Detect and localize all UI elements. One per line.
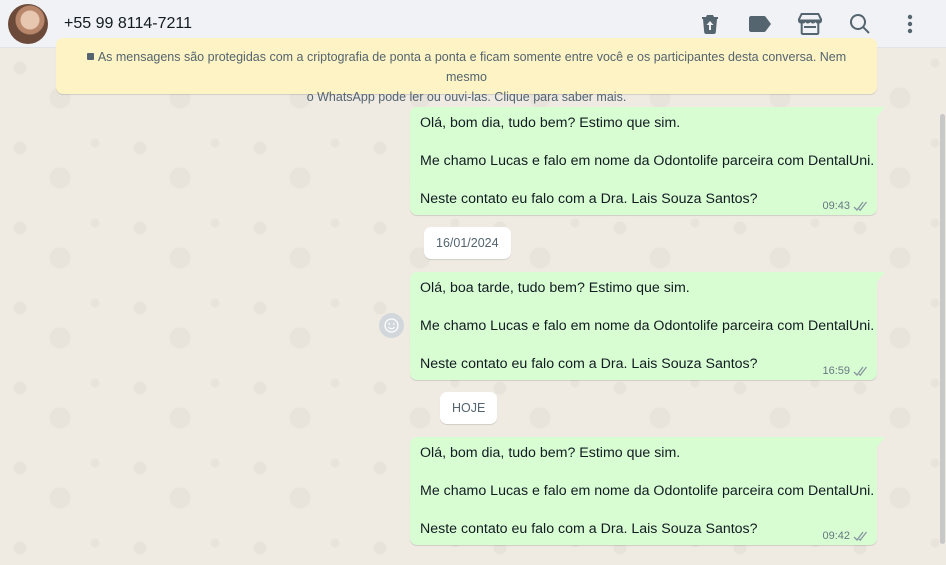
- message-line: Olá, boa tarde, tudo bem? Estimo que sim…: [420, 280, 690, 296]
- message-line: Me chamo Lucas e falo em nome da Odontol…: [420, 153, 875, 169]
- search-icon[interactable]: [848, 12, 872, 36]
- message-line: Me chamo Lucas e falo em nome da Odontol…: [420, 318, 875, 334]
- message-meta: 16:59: [822, 365, 869, 377]
- message-line: Neste contato eu falo com a Dra. Lais So…: [420, 191, 758, 207]
- contact-avatar[interactable]: [8, 3, 48, 44]
- menu-icon[interactable]: [898, 12, 922, 36]
- encryption-line-1: As mensagens são protegidas com a cripto…: [76, 47, 857, 87]
- chat-scrollbar[interactable]: [940, 96, 946, 565]
- react-emoji-button[interactable]: [379, 313, 404, 338]
- message-meta: 09:43: [822, 200, 869, 212]
- message-bubble[interactable]: Olá, bom dia, tudo bem? Estimo que sim. …: [410, 437, 885, 545]
- encryption-notice[interactable]: As mensagens são protegidas com a cripto…: [56, 38, 877, 104]
- message-line: Neste contato eu falo com a Dra. Lais So…: [420, 356, 758, 372]
- lock-icon: [86, 53, 94, 60]
- label-icon[interactable]: [748, 12, 772, 36]
- message-bubble[interactable]: Olá, boa tarde, tudo bem? Estimo que sim…: [410, 272, 885, 380]
- double-check-icon: [853, 201, 868, 211]
- double-check-icon: [853, 366, 868, 376]
- date-separator: HOJE: [440, 392, 498, 424]
- delete-icon[interactable]: [698, 12, 722, 36]
- contact-name[interactable]: +55 99 8114-7211: [64, 15, 192, 33]
- message-line: Me chamo Lucas e falo em nome da Odontol…: [420, 483, 875, 499]
- message-bubble[interactable]: Olá, bom dia, tudo bem? Estimo que sim. …: [410, 107, 885, 215]
- double-check-icon: [853, 531, 868, 541]
- message-time: 09:43: [822, 200, 850, 212]
- scrollbar-thumb[interactable]: [940, 114, 945, 544]
- message-meta: 09:42: [822, 530, 869, 542]
- message-time: 09:42: [822, 530, 850, 542]
- message-line: Olá, bom dia, tudo bem? Estimo que sim.: [420, 445, 681, 461]
- message-time: 16:59: [822, 365, 850, 377]
- message-line: Olá, bom dia, tudo bem? Estimo que sim.: [420, 115, 681, 131]
- encryption-line-2: o WhatsApp pode ler ou ouvi-las. Clique …: [306, 90, 627, 104]
- smiley-icon: [384, 318, 399, 333]
- message-line: Neste contato eu falo com a Dra. Lais So…: [420, 521, 758, 537]
- catalog-icon[interactable]: [798, 12, 822, 36]
- date-separator: 16/01/2024: [424, 227, 511, 259]
